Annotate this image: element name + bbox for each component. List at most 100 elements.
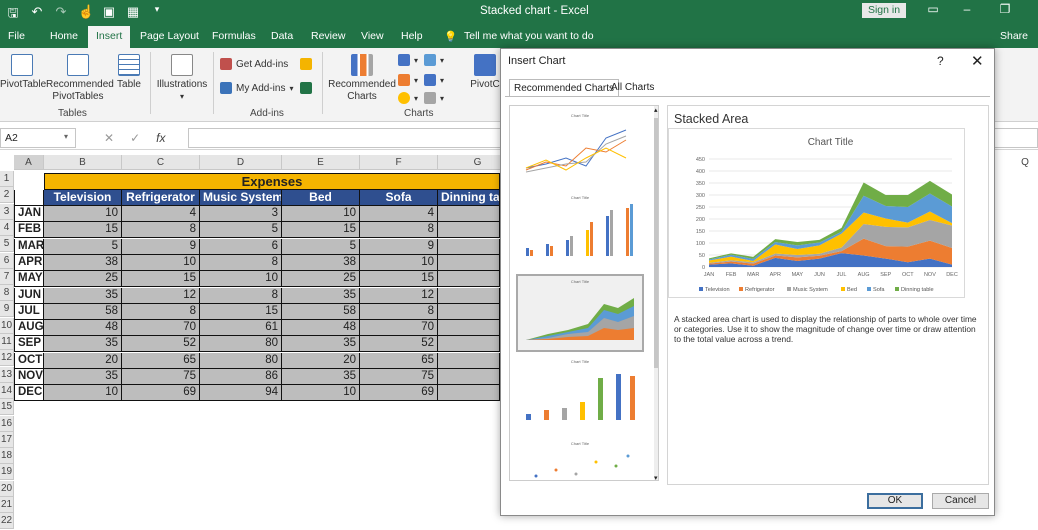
row-header[interactable]: 7 <box>0 268 14 285</box>
value-cell[interactable]: 52 <box>122 336 200 353</box>
value-cell[interactable] <box>438 271 500 288</box>
value-cell[interactable]: 9 <box>360 238 438 255</box>
value-cell[interactable]: 58 <box>44 303 122 320</box>
thumb-scatter[interactable]: Chart Title <box>516 438 644 480</box>
value-cell[interactable]: 5 <box>200 222 282 239</box>
value-cell[interactable]: 8 <box>360 303 438 320</box>
row-header[interactable]: 11 <box>0 334 14 350</box>
value-cell[interactable]: 35 <box>44 369 122 385</box>
month-cell[interactable]: APR <box>14 254 44 271</box>
value-cell[interactable]: 8 <box>200 287 282 304</box>
tab-review[interactable]: Review <box>311 30 345 42</box>
value-cell[interactable] <box>438 320 500 337</box>
row-header[interactable]: 16 <box>0 415 14 432</box>
redo-icon[interactable]: ↷ <box>54 4 68 26</box>
row-header[interactable]: 15 <box>0 399 14 416</box>
value-cell[interactable]: 5 <box>282 238 360 255</box>
value-cell[interactable]: 86 <box>200 369 282 385</box>
recommended-charts-button[interactable]: Recommended Charts <box>328 54 396 103</box>
value-cell[interactable]: 3 <box>200 206 282 222</box>
thumb-stacked-column[interactable]: Chart Title <box>516 356 644 434</box>
value-cell[interactable]: 10 <box>282 385 360 402</box>
month-cell[interactable]: DEC <box>14 385 44 402</box>
value-cell[interactable] <box>438 254 500 271</box>
row-header[interactable]: 14 <box>0 382 14 399</box>
scroll-down-icon[interactable]: ▾ <box>654 474 658 480</box>
tab-view[interactable]: View <box>361 30 384 42</box>
insert-function-icon[interactable]: fx <box>156 131 165 145</box>
scrollbar-thumb[interactable] <box>654 118 658 368</box>
thumb-stacked-area[interactable]: Chart Title <box>516 274 644 352</box>
value-cell[interactable]: 58 <box>282 303 360 320</box>
value-cell[interactable]: 10 <box>44 206 122 222</box>
hierarchy-chart-button[interactable]: ▾ <box>424 54 444 66</box>
value-cell[interactable]: 15 <box>122 271 200 288</box>
header-cell[interactable]: Sofa <box>360 190 438 206</box>
value-cell[interactable]: 94 <box>200 385 282 402</box>
value-cell[interactable] <box>438 369 500 385</box>
tab-page-layout[interactable]: Page Layout <box>140 30 199 42</box>
row-header[interactable]: 13 <box>0 366 14 383</box>
value-cell[interactable]: 35 <box>282 287 360 304</box>
value-cell[interactable]: 70 <box>360 320 438 337</box>
table-button[interactable]: Table <box>114 54 144 91</box>
value-cell[interactable] <box>438 385 500 402</box>
row-header[interactable]: 6 <box>0 252 14 269</box>
value-cell[interactable]: 10 <box>44 385 122 402</box>
value-cell[interactable]: 10 <box>282 206 360 222</box>
value-cell[interactable]: 35 <box>282 369 360 385</box>
help-icon[interactable]: ? <box>937 54 944 68</box>
tab-file[interactable]: File <box>8 30 25 42</box>
tell-me-search[interactable]: Tell me what you want to do <box>464 30 594 42</box>
row-header[interactable]: 8 <box>0 285 14 302</box>
month-cell[interactable]: SEP <box>14 336 44 353</box>
value-cell[interactable]: 25 <box>44 271 122 288</box>
value-cell[interactable] <box>438 222 500 239</box>
value-cell[interactable]: 15 <box>282 222 360 239</box>
value-cell[interactable]: 69 <box>360 385 438 402</box>
value-cell[interactable]: 9 <box>122 238 200 255</box>
customize-qat-chevron-icon[interactable]: ▾ <box>150 4 164 26</box>
month-cell[interactable]: OCT <box>14 352 44 369</box>
value-cell[interactable]: 8 <box>200 254 282 271</box>
month-cell[interactable]: JAN <box>14 206 44 222</box>
month-cell[interactable]: MAY <box>14 271 44 288</box>
value-cell[interactable]: 75 <box>122 369 200 385</box>
save-icon[interactable]: 🖫 <box>6 4 20 26</box>
cancel-icon[interactable]: ✕ <box>104 131 114 145</box>
value-cell[interactable]: 20 <box>44 352 122 369</box>
value-cell[interactable]: 4 <box>122 206 200 222</box>
row-header[interactable]: 1 <box>0 171 14 187</box>
value-cell[interactable]: 61 <box>200 320 282 337</box>
illustrations-button[interactable]: Illustrations ▾ <box>154 54 210 103</box>
value-cell[interactable]: 70 <box>122 320 200 337</box>
chart-preview[interactable]: Chart Title 0 50 100 150 200 250 300 350 400 450 JA… <box>668 128 965 298</box>
value-cell[interactable]: 15 <box>200 303 282 320</box>
name-box-chevron-icon[interactable]: ▾ <box>64 132 68 141</box>
value-cell[interactable]: 69 <box>122 385 200 402</box>
column-header[interactable]: C <box>122 155 200 170</box>
undo-icon[interactable]: ↶ <box>30 4 44 26</box>
share-button[interactable]: Share <box>1000 30 1028 42</box>
value-cell[interactable]: 20 <box>282 352 360 369</box>
value-cell[interactable]: 10 <box>200 271 282 288</box>
row-header[interactable]: 17 <box>0 431 14 448</box>
month-cell[interactable]: AUG <box>14 320 44 337</box>
thumb-clustered-column[interactable]: Chart Title <box>516 192 644 270</box>
tab-insert[interactable]: Insert <box>88 26 131 48</box>
month-cell[interactable]: JUN <box>14 287 44 304</box>
value-cell[interactable]: 75 <box>360 369 438 385</box>
header-blank-cell[interactable] <box>14 190 44 206</box>
recommended-pivottables-button[interactable]: Recommended PivotTables <box>46 54 114 103</box>
ribbon-display-icon[interactable]: ▭ <box>926 2 940 16</box>
minimize-icon[interactable]: – <box>960 2 974 16</box>
tab-recommended-charts[interactable]: Recommended Charts <box>509 79 620 97</box>
month-cell[interactable]: FEB <box>14 222 44 239</box>
header-cell[interactable]: Bed <box>282 190 360 206</box>
value-cell[interactable] <box>438 287 500 304</box>
value-cell[interactable] <box>438 336 500 353</box>
value-cell[interactable] <box>438 206 500 222</box>
row-header[interactable]: 10 <box>0 317 14 334</box>
value-cell[interactable] <box>438 303 500 320</box>
value-cell[interactable]: 38 <box>44 254 122 271</box>
